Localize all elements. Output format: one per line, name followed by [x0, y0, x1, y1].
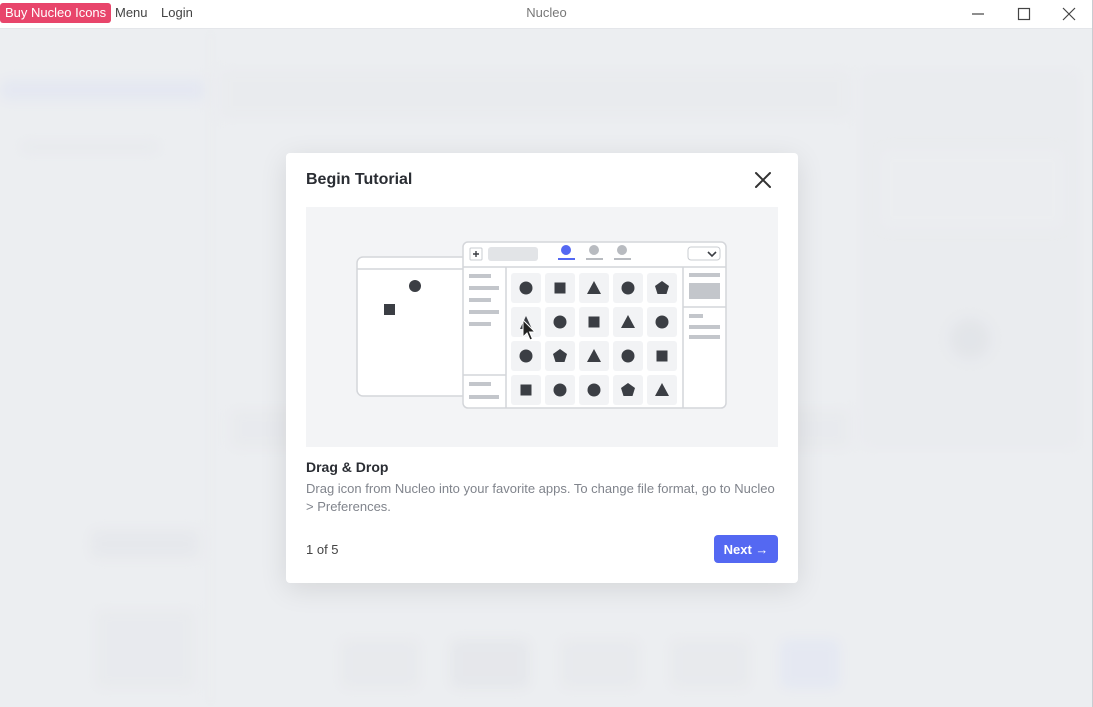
maximize-icon[interactable]: [1013, 4, 1035, 24]
drag-drop-illustration: [306, 207, 778, 447]
minimize-icon[interactable]: [967, 4, 989, 24]
step-title: Drag & Drop: [306, 459, 389, 475]
modal-title: Begin Tutorial: [306, 171, 413, 188]
nucleo-app-window: [462, 241, 727, 409]
close-icon[interactable]: [753, 170, 773, 190]
next-button[interactable]: Next →: [714, 535, 778, 563]
close-icon[interactable]: [1058, 4, 1080, 24]
tutorial-modal: Begin Tutorial Drag & Drop Drag icon fro…: [286, 153, 798, 583]
step-description: Drag icon from Nucleo into your favorite…: [306, 481, 775, 514]
window-title: Nucleo: [526, 5, 567, 20]
step-counter: 1 of 5: [306, 542, 339, 557]
title-bar: Buy Nucleo Icons Menu Login Nucleo: [0, 0, 1093, 29]
